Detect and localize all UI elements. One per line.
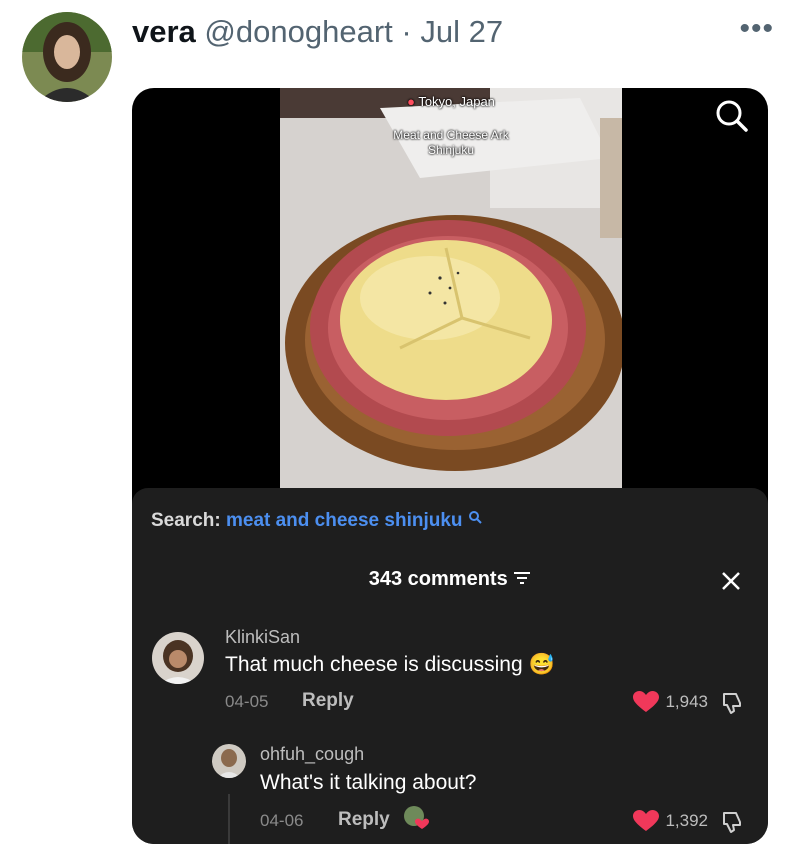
comment-username[interactable]: ohfuh_cough (260, 744, 364, 765)
reply-button[interactable]: Reply (302, 690, 354, 712)
sweat-smile-emoji: 😅 (528, 653, 555, 676)
search-small-icon (468, 511, 482, 524)
dislike-icon[interactable] (720, 691, 744, 715)
tweet-header: vera @donogheart · Jul 27 (132, 12, 503, 52)
commenter-avatar[interactable] (152, 632, 204, 684)
header-separator: · (401, 14, 412, 49)
tweet-date[interactable]: Jul 27 (420, 14, 503, 49)
place-area: Shinjuku (427, 143, 475, 157)
location-text: Tokyo, Japan (418, 94, 495, 109)
comments-count-text: 343 comments (368, 568, 508, 590)
user-handle[interactable]: @donogheart (204, 14, 392, 49)
comments-count: 343 comments (132, 568, 768, 591)
search-suggestion[interactable]: Search: meat and cheese shinjuku (151, 510, 482, 532)
heart-icon (633, 810, 660, 831)
location-pin-icon: ● (407, 94, 415, 109)
comment-date: 04-05 (225, 692, 269, 711)
more-horizontal-icon[interactable]: ••• (739, 14, 774, 44)
sort-filter-icon[interactable] (513, 571, 531, 585)
comment-body: That much cheese is discussing (225, 653, 523, 676)
place-name: Meat and Cheese Ark (393, 128, 509, 142)
comment-text: That much cheese is discussing 😅 (225, 653, 555, 677)
video-place: Meat and Cheese Ark Shinjuku (280, 128, 622, 158)
like-button[interactable]: 1,943 (633, 691, 708, 713)
search-icon[interactable] (712, 96, 752, 136)
commenter-avatar[interactable] (212, 744, 246, 778)
dislike-icon[interactable] (720, 810, 744, 834)
comment-date: 04-06 (260, 811, 304, 830)
reply-button[interactable]: Reply (338, 809, 390, 831)
thread-line (228, 794, 230, 844)
comments-panel: Search: meat and cheese shinjuku 343 com… (132, 488, 768, 844)
media-card[interactable]: ● Tokyo, Japan Meat and Cheese Ark Shinj… (132, 88, 768, 844)
search-label: Search: (151, 510, 221, 531)
heart-icon (633, 691, 660, 712)
creator-liked-avatar (404, 806, 430, 830)
like-button[interactable]: 1,392 (633, 810, 708, 832)
search-query[interactable]: meat and cheese shinjuku (226, 510, 463, 531)
like-count: 1,392 (665, 811, 708, 830)
like-count: 1,943 (665, 692, 708, 711)
video-location: ● Tokyo, Japan (280, 94, 622, 109)
comment-username[interactable]: KlinkiSan (225, 627, 300, 648)
user-avatar[interactable] (22, 12, 112, 102)
close-icon[interactable] (720, 570, 742, 592)
display-name[interactable]: vera (132, 14, 196, 49)
comment-body: What's it talking about? (260, 771, 477, 794)
